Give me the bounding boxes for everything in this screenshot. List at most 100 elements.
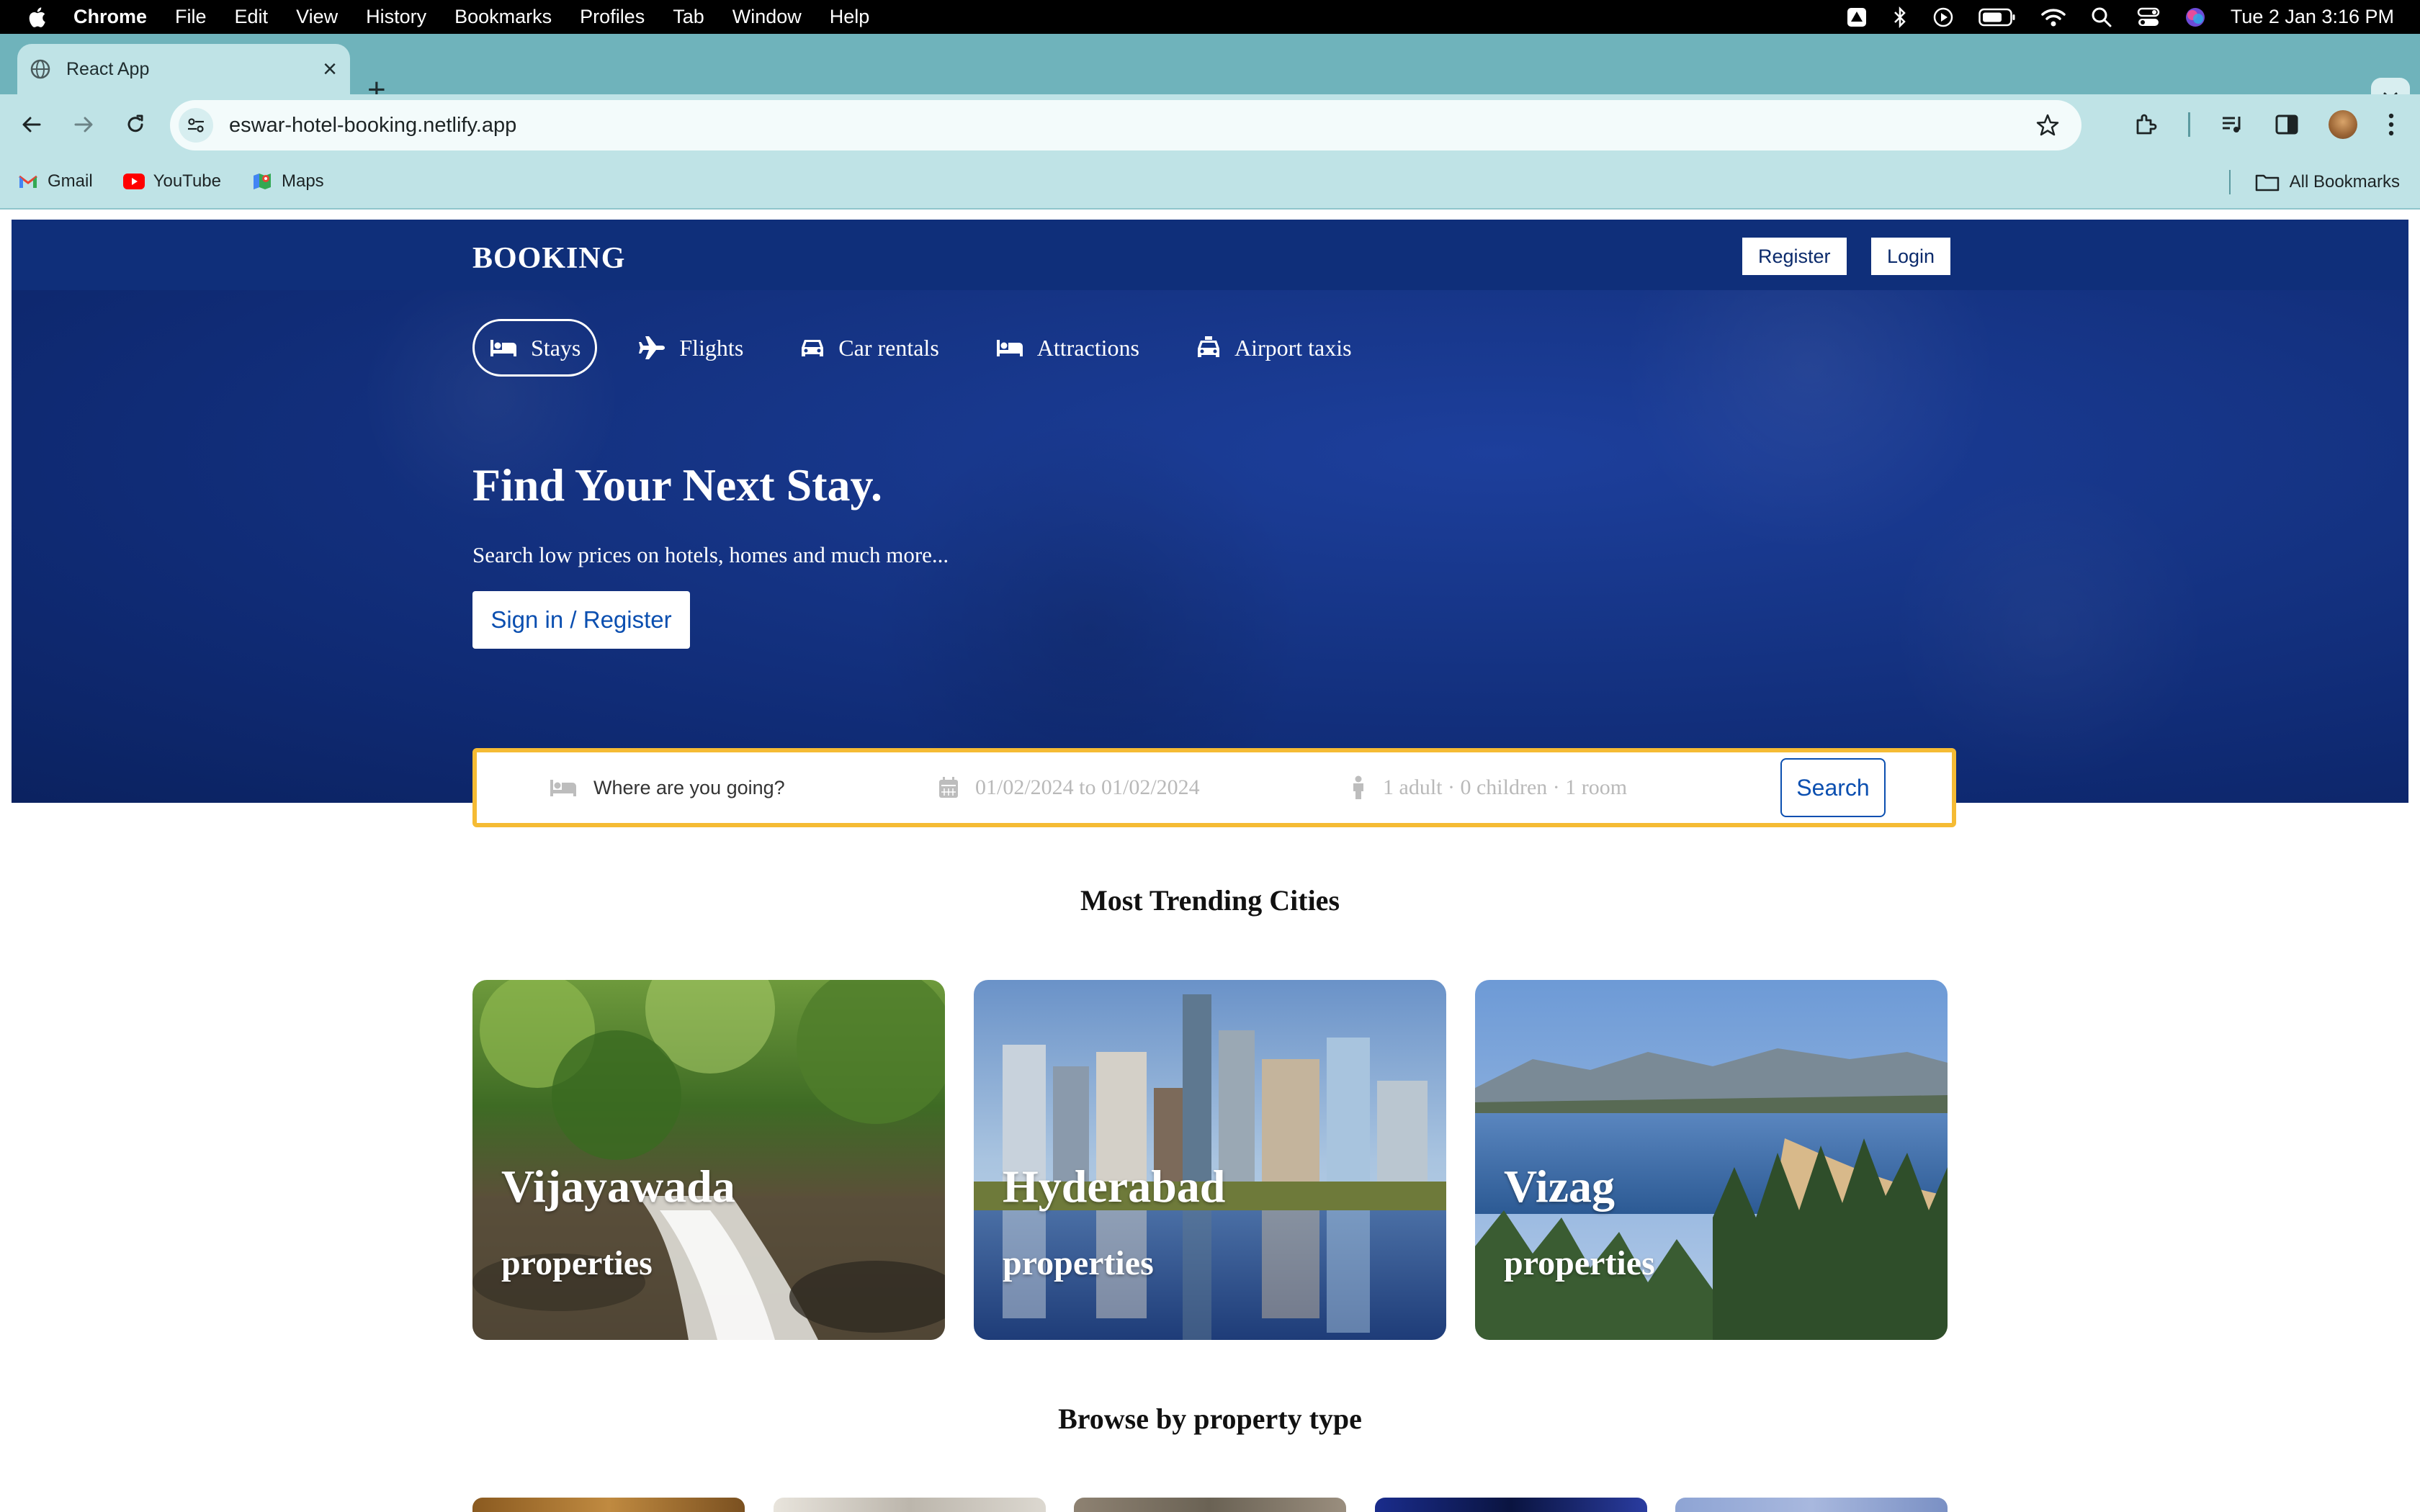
reload-button[interactable] <box>118 107 153 142</box>
mode-attractions[interactable]: Attractions <box>981 319 1154 377</box>
globe-icon <box>30 59 50 79</box>
menu-edit[interactable]: Edit <box>235 6 269 28</box>
siri-icon[interactable] <box>2184 6 2206 28</box>
bookmark-star-icon[interactable] <box>2035 113 2060 138</box>
browser-toolbar: eswar-hotel-booking.netlify.app <box>0 94 2420 155</box>
hero-subtitle: Search low prices on hotels, homes and m… <box>472 542 949 567</box>
sign-in-register-button[interactable]: Sign in / Register <box>472 591 690 649</box>
calendar-icon <box>939 777 958 798</box>
mode-label: Stays <box>531 334 581 361</box>
hero-title: Find Your Next Stay. <box>472 459 882 510</box>
hero-header: BOOKING Register Login Stays Flights Car… <box>12 220 2408 803</box>
property-type-card[interactable] <box>1375 1498 1647 1512</box>
spotlight-search-icon[interactable] <box>2091 6 2112 28</box>
media-controls-icon[interactable] <box>2220 114 2245 135</box>
folder-icon <box>2255 174 2279 192</box>
toolbar-divider <box>2188 112 2190 137</box>
site-logo[interactable]: BOOKING <box>472 241 625 276</box>
menu-history[interactable]: History <box>366 6 426 28</box>
side-panel-icon[interactable] <box>2275 114 2298 135</box>
destination-input[interactable] <box>593 776 896 799</box>
bed-icon <box>550 780 576 796</box>
menu-clock[interactable]: Tue 2 Jan 3:16 PM <box>2231 6 2394 28</box>
travel-mode-list: Stays Flights Car rentals Attractions Ai… <box>472 319 1394 377</box>
menu-help[interactable]: Help <box>830 6 870 28</box>
play-icon[interactable] <box>1932 6 1954 28</box>
mode-car-rentals[interactable]: Car rentals <box>785 319 954 377</box>
property-type-card[interactable] <box>774 1498 1046 1512</box>
bed-icon <box>996 340 1023 356</box>
mode-label: Airport taxis <box>1234 334 1352 361</box>
city-name: Vizag <box>1504 1161 1615 1212</box>
trending-cities-title: Most Trending Cities <box>1080 884 1340 917</box>
tab-close-icon[interactable]: × <box>323 57 337 81</box>
tab-title: React App <box>66 58 150 79</box>
drive-icon[interactable] <box>1846 6 1868 28</box>
menu-view[interactable]: View <box>296 6 338 28</box>
site-navbar: BOOKING Register Login <box>12 220 2408 290</box>
back-button[interactable] <box>14 107 49 142</box>
city-properties-label: properties <box>1504 1244 1655 1282</box>
menu-tab[interactable]: Tab <box>673 6 704 28</box>
city-card-hyderabad[interactable]: Hyderabad properties <box>974 980 1446 1340</box>
more-menu-icon[interactable] <box>2388 112 2395 137</box>
bookmark-youtube[interactable]: YouTube <box>122 171 221 192</box>
mode-label: Attractions <box>1036 334 1139 361</box>
property-type-title: Browse by property type <box>1058 1403 1362 1435</box>
guests-text: 1 adult · 0 children · 1 room <box>1383 775 1628 799</box>
bookmark-maps[interactable]: Maps <box>251 171 324 192</box>
web-page: BOOKING Register Login Stays Flights Car… <box>0 210 2420 1512</box>
mode-flights[interactable]: Flights <box>624 319 758 377</box>
address-bar[interactable]: eswar-hotel-booking.netlify.app <box>170 100 2081 150</box>
browser-tab[interactable]: React App × <box>17 44 350 94</box>
all-bookmarks-button[interactable]: All Bookmarks <box>2228 155 2400 210</box>
bookmarks-bar: Gmail YouTube Maps All Bookmarks <box>0 155 2420 210</box>
search-button[interactable]: Search <box>1780 758 1886 817</box>
gmail-icon <box>17 171 39 192</box>
menu-bookmarks[interactable]: Bookmarks <box>454 6 552 28</box>
plane-icon <box>639 336 666 359</box>
wifi-icon[interactable] <box>2040 7 2066 27</box>
battery-icon[interactable] <box>1978 8 2016 27</box>
menu-app-name[interactable]: Chrome <box>73 6 147 28</box>
search-bar: 01/02/2024 to 01/02/2024 1 adult · 0 chi… <box>472 748 1956 827</box>
extensions-icon[interactable] <box>2132 112 2158 138</box>
arrow-left-icon <box>22 117 41 132</box>
menu-window[interactable]: Window <box>732 6 802 28</box>
register-button[interactable]: Register <box>1742 238 1847 275</box>
property-type-card[interactable] <box>1074 1498 1346 1512</box>
site-info-button[interactable] <box>179 108 213 143</box>
mode-stays[interactable]: Stays <box>472 319 598 377</box>
property-type-card[interactable] <box>472 1498 745 1512</box>
property-type-card[interactable] <box>1675 1498 1948 1512</box>
destination-field[interactable] <box>549 766 896 809</box>
taxi-icon <box>1197 336 1219 357</box>
person-icon <box>1353 775 1363 799</box>
bookmark-label: Gmail <box>48 171 93 191</box>
login-button[interactable]: Login <box>1871 238 1951 275</box>
mode-airport-taxis[interactable]: Airport taxis <box>1181 319 1366 377</box>
date-range-text: 01/02/2024 to 01/02/2024 <box>975 775 1200 799</box>
city-name: Vijayawada <box>501 1161 735 1212</box>
menu-file[interactable]: File <box>175 6 207 28</box>
city-name: Hyderabad <box>1003 1161 1226 1212</box>
reload-icon <box>127 114 143 132</box>
bluetooth-icon[interactable] <box>1892 6 1908 29</box>
tune-icon <box>188 118 204 132</box>
bookmark-label: Maps <box>281 171 324 191</box>
profile-avatar[interactable] <box>2329 110 2357 139</box>
city-card-vijayawada[interactable]: Vijayawada properties <box>472 980 945 1340</box>
forward-button[interactable] <box>66 107 101 142</box>
city-card-vizag[interactable]: Vizag properties <box>1475 980 1948 1340</box>
guests-field[interactable]: 1 adult · 0 children · 1 room <box>1350 766 1627 809</box>
url-text[interactable]: eswar-hotel-booking.netlify.app <box>229 114 2035 138</box>
mode-label: Car rentals <box>838 334 939 361</box>
hero-texture <box>12 220 2408 803</box>
menu-profiles[interactable]: Profiles <box>580 6 645 28</box>
mode-label: Flights <box>679 334 744 361</box>
date-field[interactable]: 01/02/2024 to 01/02/2024 <box>938 766 1200 809</box>
bookmark-gmail[interactable]: Gmail <box>17 171 93 192</box>
apple-icon[interactable] <box>26 5 50 30</box>
maps-icon <box>251 171 273 192</box>
control-center-icon[interactable] <box>2137 6 2160 28</box>
